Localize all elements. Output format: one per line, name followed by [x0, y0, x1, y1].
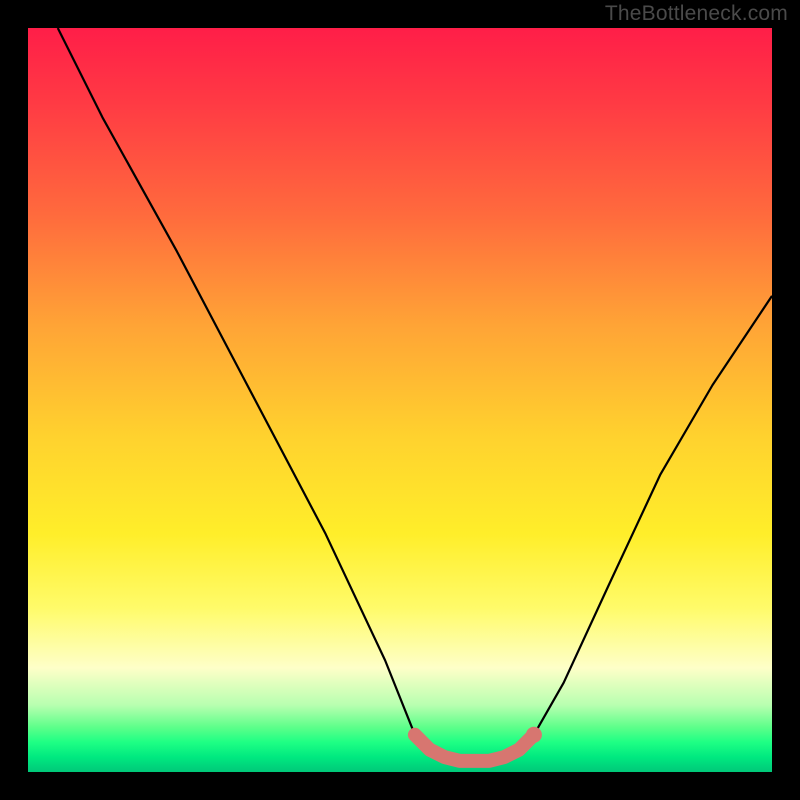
plot-area [28, 28, 772, 772]
chart-frame: TheBottleneck.com [0, 0, 800, 800]
highlight-end-dot [526, 727, 542, 743]
chart-svg [28, 28, 772, 772]
bottleneck-highlight [415, 735, 534, 761]
watermark-text: TheBottleneck.com [605, 2, 788, 26]
bottleneck-curve [58, 28, 772, 761]
